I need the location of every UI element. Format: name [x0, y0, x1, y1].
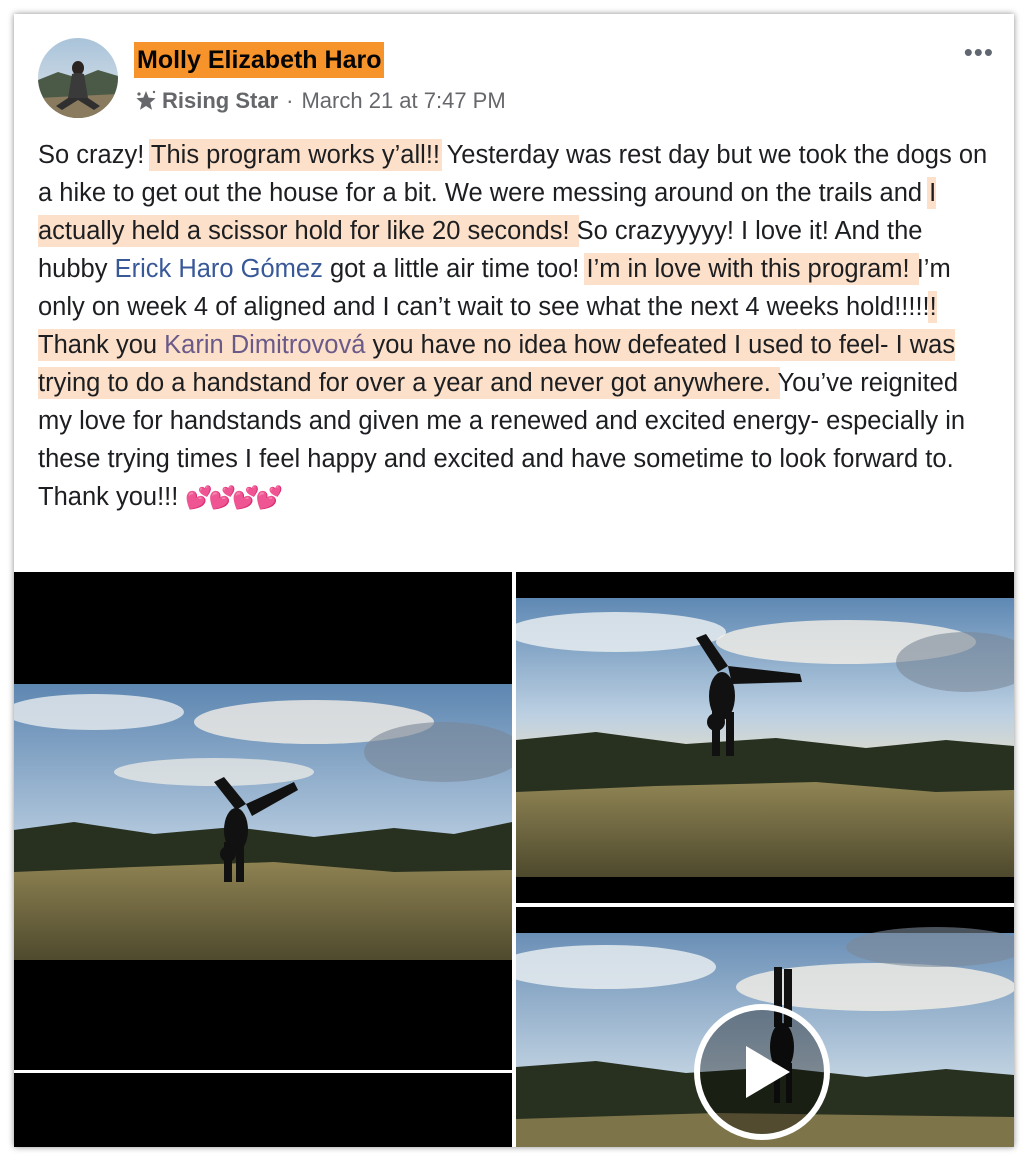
- avatar-photo: [38, 38, 118, 118]
- post-text-segment: So crazy!: [38, 141, 151, 169]
- highlighted-text: This program works y’all!!: [150, 141, 440, 169]
- mention-link[interactable]: Karin Dimitrovová: [164, 331, 365, 359]
- more-options-icon[interactable]: •••: [964, 39, 994, 65]
- post-card: Molly Elizabeth Haro Rising Star · March…: [14, 14, 1014, 1147]
- author-avatar[interactable]: [38, 38, 118, 118]
- post-text-segment: got a little air time too!: [322, 255, 587, 283]
- star-badge-icon: [134, 89, 158, 113]
- post-meta: Rising Star · March 21 at 7:47 PM: [134, 86, 506, 116]
- highlighted-text: I’m in love with this program!: [586, 255, 917, 283]
- play-icon[interactable]: [694, 1004, 830, 1140]
- post-body: So crazy! This program works y’all!! Yes…: [38, 136, 998, 517]
- author-name[interactable]: Molly Elizabeth Haro: [134, 42, 385, 78]
- member-badge[interactable]: Rising Star: [162, 88, 278, 114]
- photo-image: [14, 572, 512, 1070]
- media-grid: [14, 572, 1014, 1147]
- post-timestamp[interactable]: March 21 at 7:47 PM: [301, 88, 505, 114]
- media-photo-2[interactable]: [516, 572, 1014, 903]
- mention-link[interactable]: Erick Haro Gómez: [115, 255, 323, 283]
- hearts-emoji: 💕💕💕💕: [185, 485, 283, 510]
- media-photo-1[interactable]: [14, 572, 512, 1147]
- photo-image: [516, 572, 1014, 903]
- meta-separator: ·: [286, 88, 294, 113]
